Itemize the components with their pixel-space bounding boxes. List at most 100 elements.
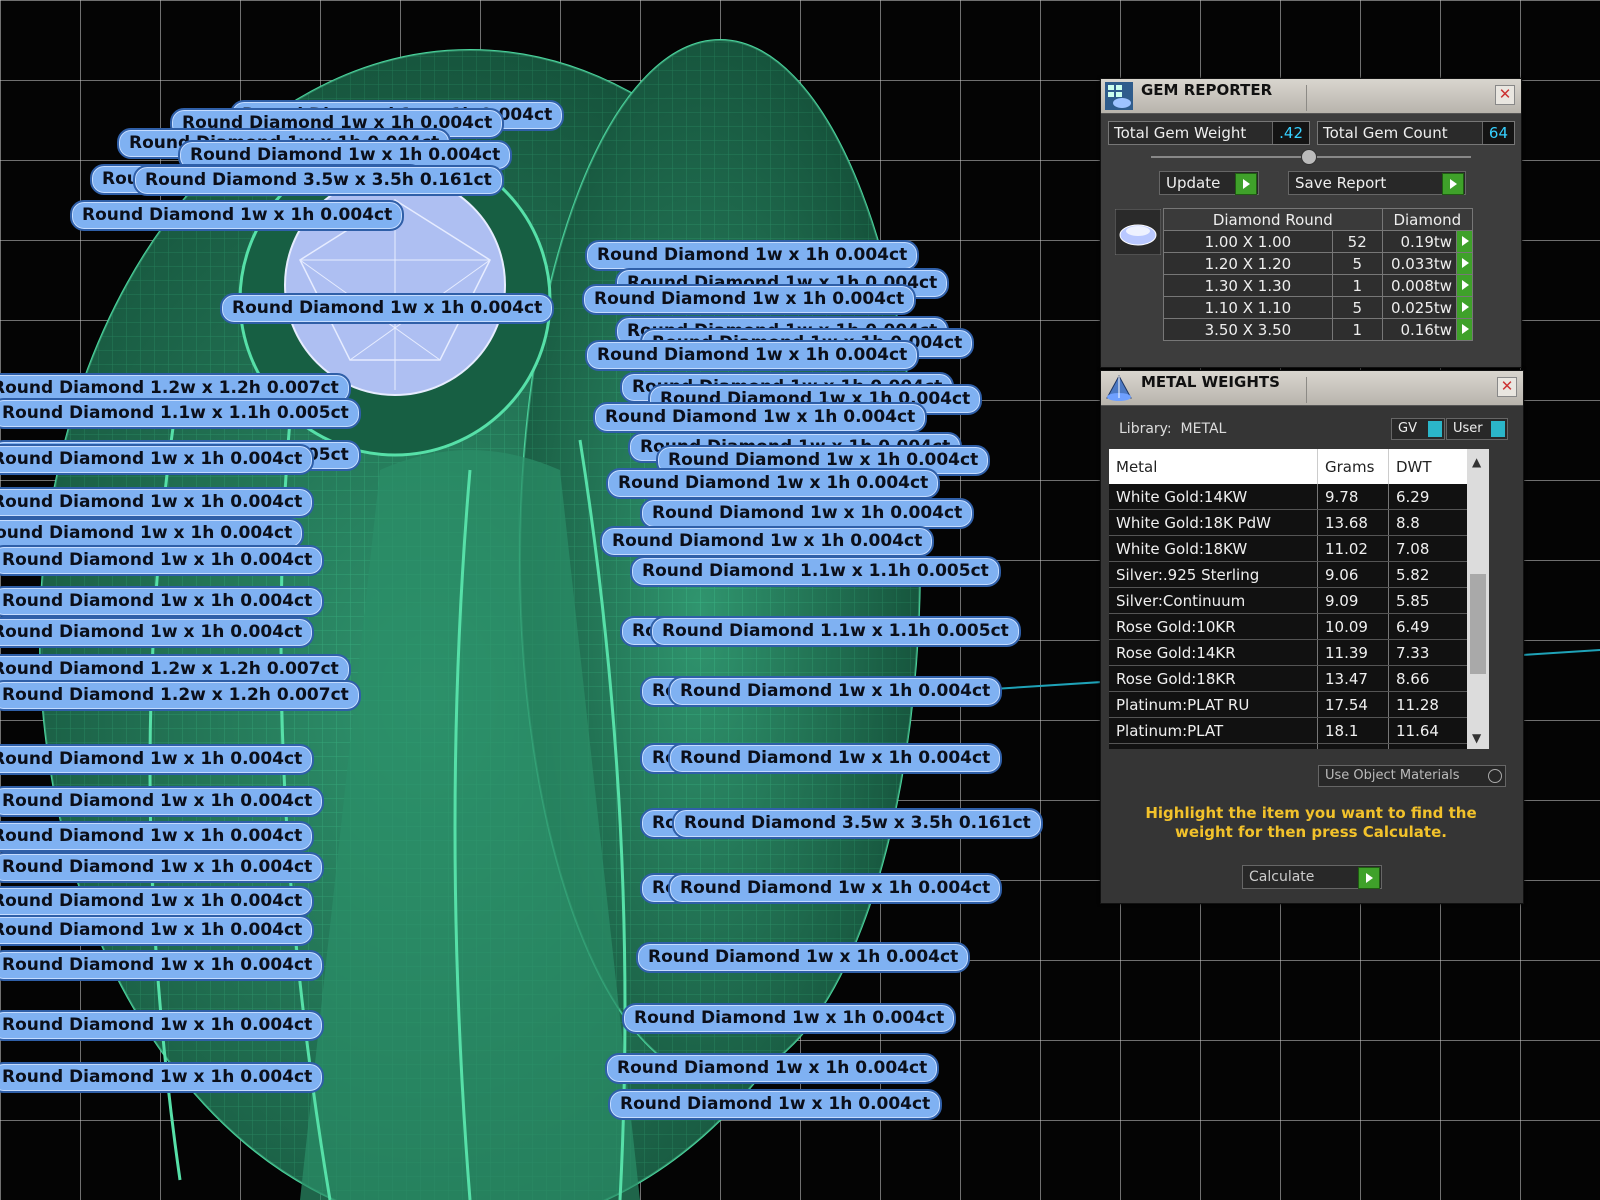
toggle-radio-icon (1488, 769, 1502, 783)
gem-count: 52 (1331, 230, 1383, 253)
gem-row-go-icon[interactable] (1456, 230, 1473, 253)
title-separator (1306, 377, 1307, 403)
gem-label[interactable]: Round Diamond 1.2w x 1.2h 0.007ct (0, 680, 361, 711)
gem-label[interactable]: Round Diamond 1w x 1h 0.004ct (0, 1062, 325, 1093)
gem-row[interactable]: 1.20 X 1.20 5 0.033tw (1163, 252, 1473, 275)
metal-row[interactable]: Palladium:PALL .95010.846.97 (1109, 743, 1489, 749)
calculate-go-icon (1358, 867, 1380, 889)
slider-knob-icon[interactable] (1301, 149, 1317, 165)
calculate-button[interactable]: Calculate (1242, 865, 1382, 889)
user-button[interactable]: User (1446, 418, 1508, 440)
metal-weights-close-icon[interactable]: ✕ (1497, 377, 1517, 397)
metal-row[interactable]: Rose Gold:14KR 11.39 7.33 (1109, 639, 1489, 666)
gem-row-go-icon[interactable] (1456, 252, 1473, 275)
gem-size: 1.10 X 1.10 (1163, 296, 1333, 319)
use-object-materials-toggle[interactable]: Use Object Materials (1318, 765, 1506, 787)
gem-label[interactable]: Round Diamond 1.1w x 1.1h 0.005ct (650, 616, 1021, 647)
gem-label[interactable]: Round Diamond 1w x 1h 0.004ct (585, 240, 920, 271)
title-separator (1306, 85, 1307, 111)
gem-reporter-close-icon[interactable]: ✕ (1495, 85, 1515, 105)
metal-row[interactable]: Platinum:PLAT 18.1 11.64 (1109, 717, 1489, 744)
save-report-button[interactable]: Save Report (1288, 171, 1466, 195)
metal-row[interactable]: Silver:.925 Sterling 9.06 5.82 (1109, 561, 1489, 588)
gem-size: 1.00 X 1.00 (1163, 230, 1333, 253)
metal-row[interactable]: Rose Gold:10KR 10.09 6.49 (1109, 613, 1489, 640)
gem-label[interactable]: Round Diamond 1w x 1h 0.004ct (636, 942, 971, 973)
gem-row[interactable]: 1.10 X 1.10 5 0.025tw (1163, 296, 1473, 319)
gem-label[interactable]: Round Diamond 1w x 1h 0.004ct (622, 1003, 957, 1034)
gem-row-go-icon[interactable] (1456, 318, 1473, 341)
gem-label[interactable]: Round Diamond 1w x 1h 0.004ct (0, 545, 325, 576)
gv-button[interactable]: GV (1391, 418, 1445, 440)
column-grams[interactable]: Grams (1317, 449, 1389, 484)
gem-label[interactable]: Round Diamond 1.1w x 1.1h 0.005ct (630, 556, 1001, 587)
gem-label[interactable]: Round Diamond 1w x 1h 0.004ct (668, 873, 1003, 904)
gem-label[interactable]: Round Diamond 1w x 1h 0.004ct (0, 444, 315, 475)
gem-row-go-icon[interactable] (1456, 296, 1473, 319)
gem-row[interactable]: 1.00 X 1.00 52 0.19tw (1163, 230, 1473, 253)
scrollbar-thumb[interactable] (1470, 574, 1486, 674)
gem-label[interactable]: Round Diamond 1w x 1h 0.004ct (605, 1053, 940, 1084)
gv-indicator-icon (1428, 421, 1442, 437)
metal-grams: 17.54 (1317, 691, 1389, 718)
gem-column-shape: Diamond Round (1163, 208, 1383, 231)
gem-label[interactable]: Round Diamond 1w x 1h 0.004ct (0, 744, 315, 775)
update-button[interactable]: Update (1159, 171, 1259, 195)
user-indicator-icon (1491, 421, 1505, 437)
gem-label[interactable]: Round Diamond 1w x 1h 0.004ct (640, 498, 975, 529)
metal-row[interactable]: White Gold:18K PdW 13.68 8.8 (1109, 509, 1489, 536)
gem-label[interactable]: Round Diamond 1w x 1h 0.004ct (0, 852, 325, 883)
gem-weight: 0.008tw (1381, 274, 1458, 297)
gem-label[interactable]: Round Diamond 3.5w x 3.5h 0.161ct (672, 808, 1043, 839)
gem-row[interactable]: 1.30 X 1.30 1 0.008tw (1163, 274, 1473, 297)
size-slider[interactable] (1151, 149, 1471, 165)
gem-label[interactable]: Round Diamond 1w x 1h 0.004ct (600, 526, 935, 557)
gem-label[interactable]: Round Diamond 1w x 1h 0.004ct (0, 487, 315, 518)
gem-label[interactable]: Round Diamond 1w x 1h 0.004ct (582, 284, 917, 315)
scroll-down-icon[interactable]: ▼ (1472, 731, 1481, 745)
gem-label[interactable]: Round Diamond 1w x 1h 0.004ct (593, 402, 928, 433)
metal-grams: 11.02 (1317, 535, 1389, 562)
metal-table-scrollbar[interactable]: ▲ ▼ (1467, 449, 1489, 749)
gem-label[interactable]: Round Diamond 1w x 1h 0.004ct (585, 340, 920, 371)
metal-row[interactable]: White Gold:14KW 9.78 6.29 (1109, 484, 1489, 510)
gem-row[interactable]: 3.50 X 3.50 1 0.16tw (1163, 318, 1473, 341)
gem-weight: 0.16tw (1381, 318, 1458, 341)
gem-label[interactable]: Round Diamond 1.1w x 1.1h 0.005ct (0, 398, 361, 429)
metal-grams: 9.78 (1317, 484, 1389, 510)
gem-reporter-titlebar[interactable]: GEM REPORTER ✕ (1101, 79, 1521, 114)
gem-count: 1 (1331, 274, 1383, 297)
metal-row[interactable]: White Gold:18KW 11.02 7.08 (1109, 535, 1489, 562)
gem-label[interactable]: Round Diamond 1w x 1h 0.004ct (0, 617, 315, 648)
column-metal[interactable]: Metal (1109, 449, 1318, 484)
scroll-up-icon[interactable]: ▲ (1472, 455, 1481, 469)
metal-weights-titlebar[interactable]: METAL WEIGHTS ✕ (1101, 371, 1523, 406)
diamond-thumbnail-icon (1115, 209, 1161, 255)
gv-label: GV (1398, 421, 1417, 436)
gem-label[interactable]: Round Diamond 3.5w x 3.5h 0.161ct (133, 165, 504, 196)
gem-row-go-icon[interactable] (1456, 274, 1473, 297)
metal-row[interactable]: Silver:Continuum 9.09 5.85 (1109, 587, 1489, 614)
metal-name: Silver:Continuum (1109, 587, 1318, 614)
gem-label[interactable]: Round Diamond 1w x 1h 0.004ct (0, 950, 325, 981)
gem-label[interactable]: Round Diamond 1w x 1h 0.004ct (0, 915, 315, 946)
metal-row[interactable]: Rose Gold:18KR 13.47 8.66 (1109, 665, 1489, 692)
gem-label[interactable]: Round Diamond 1w x 1h 0.004ct (0, 586, 325, 617)
save-report-label: Save Report (1295, 174, 1387, 192)
gem-label[interactable]: Round Diamond 1w x 1h 0.004ct (0, 886, 315, 917)
gem-column-stone: Diamond (1381, 208, 1474, 231)
gem-label[interactable]: Round Diamond 1w x 1h 0.004ct (668, 676, 1003, 707)
gem-label[interactable]: Round Diamond 1w x 1h 0.004ct (0, 1010, 325, 1041)
gem-count: 5 (1331, 296, 1383, 319)
metal-row[interactable]: Platinum:PLAT RU 17.54 11.28 (1109, 691, 1489, 718)
metal-table[interactable]: Metal Grams DWT White Gold:14KW 9.78 6.29 W… (1109, 449, 1489, 749)
gem-label[interactable]: Round Diamond 1w x 1h 0.004ct (606, 468, 941, 499)
metal-weights-icon (1106, 374, 1132, 401)
gem-label[interactable]: Round Diamond 1w x 1h 0.004ct (0, 821, 315, 852)
gem-label[interactable]: Round Diamond 1w x 1h 0.004ct (220, 293, 555, 324)
gem-label[interactable]: Round Diamond 1w x 1h 0.004ct (0, 786, 325, 817)
gem-label[interactable]: Round Diamond 1w x 1h 0.004ct (70, 200, 405, 231)
gem-size: 1.20 X 1.20 (1163, 252, 1333, 275)
gem-label[interactable]: Round Diamond 1w x 1h 0.004ct (608, 1089, 943, 1120)
gem-label[interactable]: Round Diamond 1w x 1h 0.004ct (668, 743, 1003, 774)
